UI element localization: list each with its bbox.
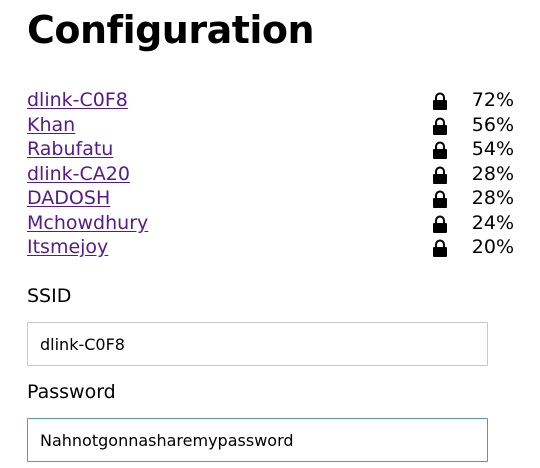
network-row: Mchowdhury 24% <box>0 211 540 236</box>
lock-icon <box>433 190 447 208</box>
lock-icon <box>433 215 447 233</box>
signal-strength: 20% <box>471 236 514 258</box>
network-link[interactable]: Itsmejoy <box>27 235 108 259</box>
network-row: dlink-CA20 28% <box>0 162 540 187</box>
lock-icon <box>433 92 447 110</box>
network-link[interactable]: Mchowdhury <box>27 211 148 235</box>
lock-icon <box>433 239 447 257</box>
network-row: Rabufatu 54% <box>0 137 540 162</box>
signal-strength: 28% <box>471 187 514 209</box>
network-row: DADOSH 28% <box>0 186 540 211</box>
lock-icon <box>433 141 447 159</box>
signal-strength: 56% <box>471 113 514 136</box>
signal-strength: 72% <box>471 89 514 111</box>
ssid-label: SSID <box>27 285 72 307</box>
network-link[interactable]: Rabufatu <box>27 137 113 161</box>
signal-strength: 28% <box>471 162 514 185</box>
network-list: dlink-C0F8 72% Khan 56% Rabufatu 54% dli… <box>0 88 540 260</box>
password-input[interactable] <box>27 418 488 462</box>
ssid-input[interactable] <box>27 322 488 366</box>
lock-icon <box>433 117 447 135</box>
page-title: Configuration <box>27 8 315 52</box>
network-row: dlink-C0F8 72% <box>0 88 540 113</box>
network-link[interactable]: DADOSH <box>27 186 110 210</box>
network-row: Itsmejoy 20% <box>0 235 540 260</box>
network-link[interactable]: Khan <box>27 113 75 137</box>
signal-strength: 24% <box>471 211 514 234</box>
lock-icon <box>433 166 447 184</box>
signal-strength: 54% <box>471 138 514 160</box>
network-row: Khan 56% <box>0 113 540 138</box>
configuration-page: Configuration dlink-C0F8 72% Khan 56% Ra… <box>0 0 540 468</box>
network-link[interactable]: dlink-C0F8 <box>27 88 128 112</box>
network-link[interactable]: dlink-CA20 <box>27 162 130 186</box>
password-label: Password <box>27 381 116 403</box>
